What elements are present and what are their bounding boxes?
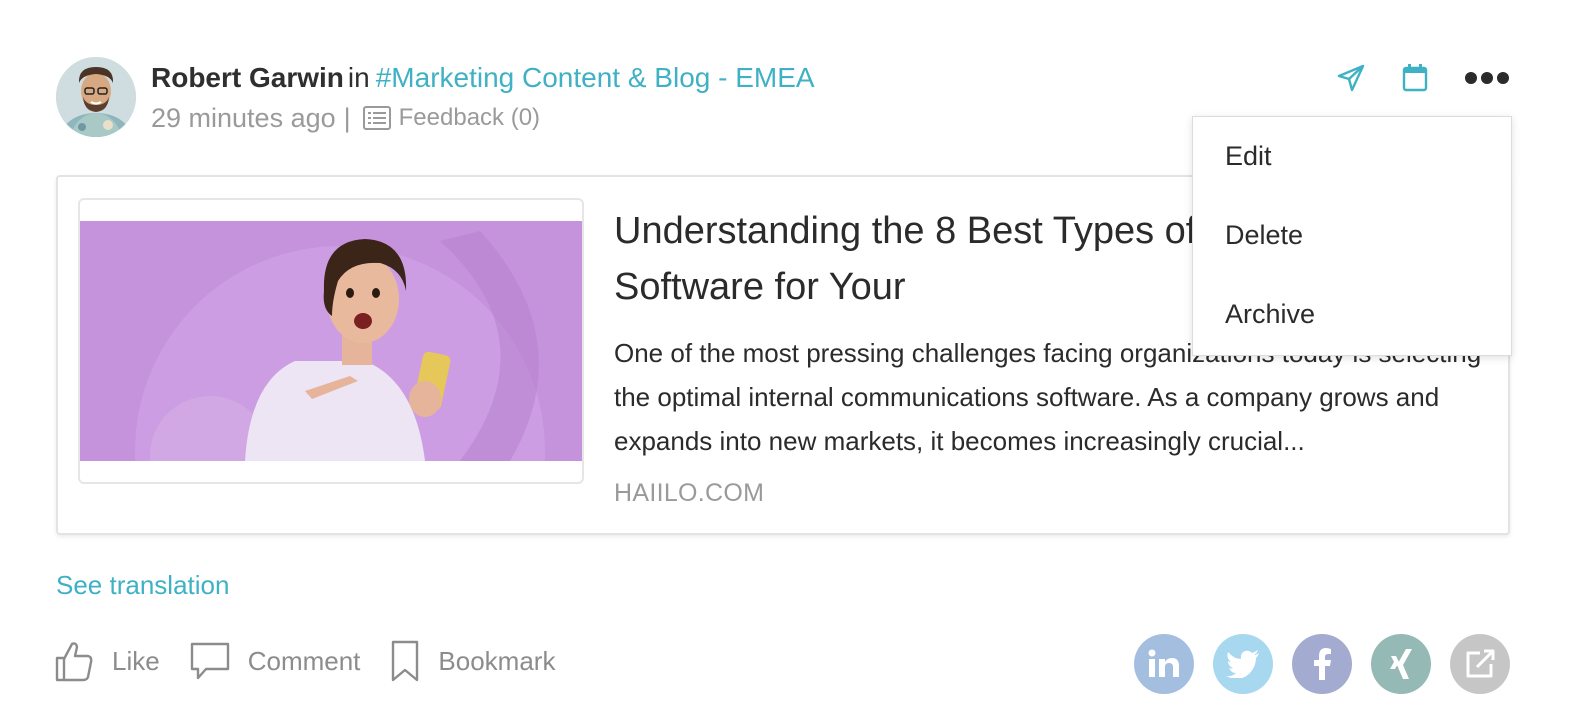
twitter-icon[interactable] (1213, 634, 1273, 694)
more-options-icon[interactable] (1462, 58, 1512, 98)
bookmark-label: Bookmark (438, 645, 556, 676)
meta-separator: | (343, 103, 351, 133)
linkedin-icon[interactable] (1134, 634, 1194, 694)
preview-source-domain: HAIILO.COM (614, 479, 765, 507)
see-translation-link[interactable]: See translation (56, 570, 229, 601)
thumbs-up-icon (55, 642, 93, 682)
share-buttons (1134, 634, 1510, 694)
post-meta: 29 minutes ago | Feedback (0) (151, 100, 540, 136)
comment-label: Comment (247, 645, 361, 676)
comment-button[interactable]: Comment (190, 641, 361, 681)
facebook-icon[interactable] (1292, 634, 1352, 694)
feed-post: Robert Garwin in #Marketing Content & Blog… (0, 0, 1582, 714)
bookmark-button[interactable]: Bookmark (390, 640, 555, 682)
bookmark-icon (392, 640, 419, 682)
author-name[interactable]: Robert Garwin (151, 62, 344, 93)
feedback-link[interactable]: Feedback (0) (362, 100, 541, 136)
feedback-label: Feedback (0) (398, 104, 541, 131)
post-author-line: Robert Garwin in #Marketing Content & Blog… (151, 60, 815, 96)
menu-item-archive[interactable]: Archive (1225, 299, 1315, 330)
more-options-menu: Edit Delete Archive (1192, 116, 1512, 356)
post-actions: Like Comment Bookmark (54, 640, 585, 682)
comment-icon (190, 642, 229, 680)
channel-link[interactable]: #Marketing Content & Blog - EMEA (376, 62, 815, 93)
like-label: Like (112, 645, 160, 676)
xing-icon[interactable] (1371, 634, 1431, 694)
menu-item-delete[interactable]: Delete (1225, 220, 1303, 251)
preview-image[interactable] (78, 198, 584, 484)
author-avatar[interactable] (56, 57, 136, 137)
calendar-icon[interactable] (1398, 58, 1432, 98)
post-header-actions (1334, 58, 1512, 98)
post-timestamp: 29 minutes ago (151, 103, 336, 133)
menu-item-edit[interactable]: Edit (1225, 141, 1272, 172)
list-icon (362, 106, 391, 130)
send-icon[interactable] (1334, 58, 1368, 98)
external-share-icon[interactable] (1450, 634, 1510, 694)
in-label: in (347, 62, 370, 93)
like-button[interactable]: Like (54, 640, 160, 682)
